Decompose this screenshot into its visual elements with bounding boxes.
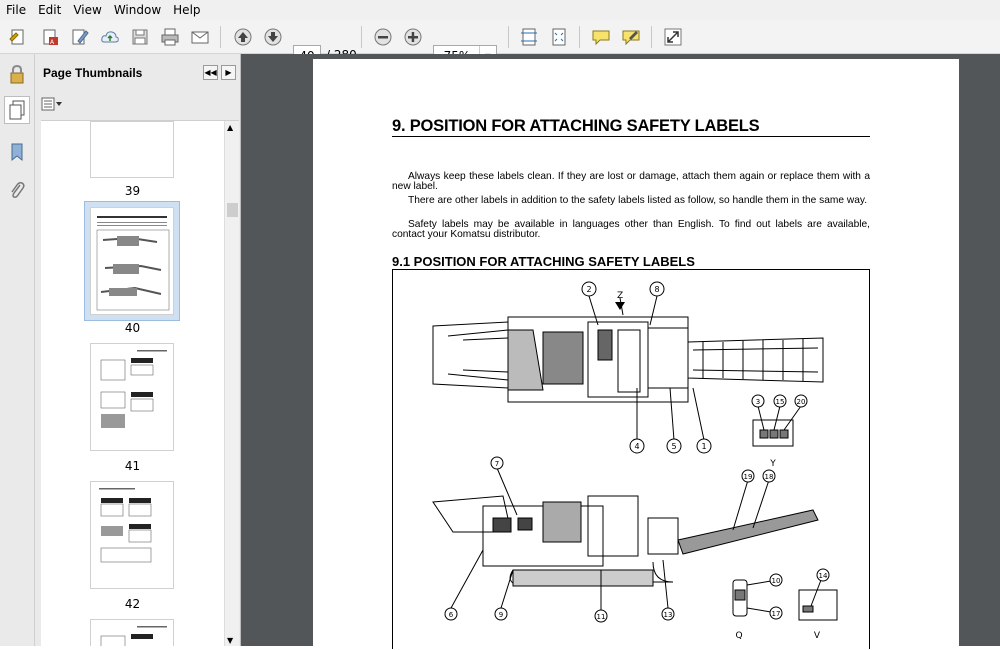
- previous-page-icon[interactable]: [231, 25, 255, 49]
- thumbnail-options-icon[interactable]: [41, 96, 65, 112]
- callout: 8: [654, 285, 659, 294]
- print-icon[interactable]: [158, 25, 182, 49]
- document-heading: 9. POSITION FOR ATTACHING SAFETY LABELS: [392, 117, 760, 135]
- callout: 13: [664, 611, 673, 619]
- toolbar-separator: [220, 26, 221, 48]
- thumbnail-page-number: 40: [124, 321, 141, 335]
- callout: 9: [499, 611, 503, 619]
- view-label-v: V: [814, 631, 821, 641]
- callout: 5: [671, 442, 676, 451]
- fit-page-icon[interactable]: [517, 25, 541, 49]
- callout: 6: [449, 611, 454, 619]
- collapse-panel-icon[interactable]: ◀◀: [203, 65, 218, 80]
- callout: 4: [634, 442, 639, 451]
- page-thumbnails-icon[interactable]: [4, 96, 30, 124]
- view-label-y: Y: [769, 459, 776, 469]
- callout: 11: [597, 613, 606, 621]
- page-thumbnail[interactable]: [90, 481, 174, 589]
- toolbar-separator: [579, 26, 580, 48]
- toolbar-separator: [361, 26, 362, 48]
- thumbnail-scrollbar[interactable]: ▲ ▼: [224, 121, 239, 646]
- cloud-upload-icon[interactable]: [98, 25, 122, 49]
- email-icon[interactable]: [188, 25, 212, 49]
- section-subheading: 9.1 POSITION FOR ATTACHING SAFETY LABELS: [392, 254, 695, 269]
- menu-help[interactable]: Help: [167, 3, 206, 17]
- thumbnail-list: 39 40 41 42 ▲ ▼: [41, 120, 239, 646]
- bookmark-icon[interactable]: [4, 138, 30, 166]
- callout: 7: [495, 460, 499, 468]
- callout: 1: [701, 442, 706, 451]
- thumbnail-page-number: 41: [124, 459, 141, 473]
- paragraph: Safety labels may be available in langua…: [392, 219, 870, 240]
- scrollbar-thumb[interactable]: [227, 203, 238, 217]
- menu-file[interactable]: File: [0, 3, 32, 17]
- expand-panel-icon[interactable]: ▶: [221, 65, 236, 80]
- paragraph: There are other labels in addition to th…: [408, 195, 868, 206]
- fit-width-icon[interactable]: [547, 25, 571, 49]
- highlight-icon[interactable]: [619, 25, 643, 49]
- callout: 10: [772, 577, 781, 585]
- save-icon[interactable]: [128, 25, 152, 49]
- document-viewer: 9. POSITION FOR ATTACHING SAFETY LABELS …: [241, 54, 1000, 649]
- safety-label-diagram: Z 2 8 4 5 1 3 15 20 Y 7 19 18 6 9 11 13 …: [392, 269, 870, 649]
- thumbnail-page-number: 42: [124, 597, 141, 611]
- thumbnails-panel: Page Thumbnails ◀◀ ▶ 39 40 41 42 ▲ ▼: [35, 54, 241, 646]
- callout: 18: [765, 473, 774, 481]
- navigation-rail: [0, 54, 35, 646]
- callout: 14: [819, 572, 828, 580]
- attachment-icon[interactable]: [4, 176, 30, 204]
- lock-icon[interactable]: [4, 60, 30, 88]
- callout: 19: [744, 473, 753, 481]
- page-thumbnail[interactable]: [90, 207, 174, 315]
- menu-view[interactable]: View: [67, 3, 107, 17]
- page-thumbnail[interactable]: [90, 121, 174, 178]
- callout: 20: [797, 398, 806, 406]
- view-label-z: Z: [617, 291, 623, 301]
- zoom-in-icon[interactable]: [401, 25, 425, 49]
- menu-edit[interactable]: Edit: [32, 3, 67, 17]
- edit-document-icon[interactable]: [68, 25, 92, 49]
- panel-title: Page Thumbnails: [43, 66, 143, 80]
- scroll-up-icon[interactable]: ▲: [227, 123, 233, 132]
- page-thumbnail[interactable]: [90, 343, 174, 451]
- thumbnail-page-number: 39: [124, 184, 141, 198]
- menu-bar: File Edit View Window Help: [0, 0, 1000, 20]
- paragraph: Always keep these labels clean. If they …: [392, 171, 870, 192]
- toolbar: A 40 / 280 75% ▼: [0, 20, 1000, 67]
- expand-icon[interactable]: [661, 25, 685, 49]
- menu-window[interactable]: Window: [108, 3, 167, 17]
- comment-icon[interactable]: [589, 25, 613, 49]
- heading-rule: [392, 136, 870, 137]
- callout: 17: [772, 610, 781, 618]
- scroll-down-icon[interactable]: ▼: [227, 636, 233, 645]
- view-label-q: Q: [735, 631, 742, 641]
- zoom-out-icon[interactable]: [371, 25, 395, 49]
- toolbar-separator: [651, 26, 652, 48]
- document-page: 9. POSITION FOR ATTACHING SAFETY LABELS …: [313, 59, 959, 649]
- callout: 15: [776, 398, 785, 406]
- callout: 3: [756, 398, 760, 406]
- page-thumbnail[interactable]: [90, 619, 174, 646]
- callout: 2: [586, 285, 591, 294]
- open-pdf-icon[interactable]: A: [38, 25, 62, 49]
- create-pdf-icon[interactable]: [6, 25, 30, 49]
- next-page-icon[interactable]: [261, 25, 285, 49]
- toolbar-separator: [508, 26, 509, 48]
